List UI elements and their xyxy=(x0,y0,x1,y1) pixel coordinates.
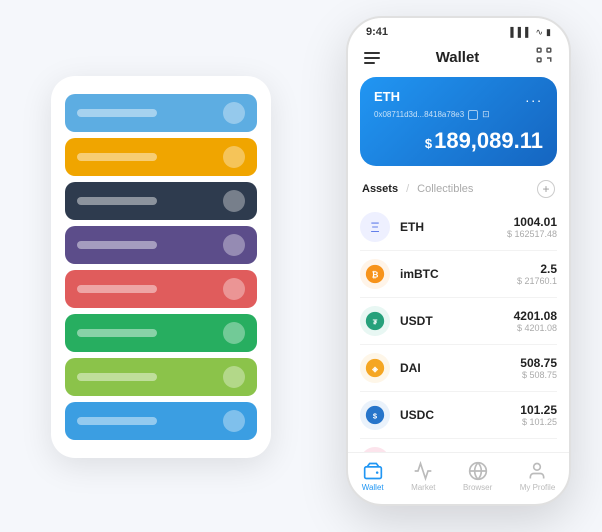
nav-wallet-label: Wallet xyxy=(362,483,384,492)
stack-card-4 xyxy=(65,226,257,264)
stack-card-7 xyxy=(65,358,257,396)
usdc-amount: 101.25 xyxy=(520,403,557,417)
eth-name: ETH xyxy=(400,220,507,234)
wifi-icon: ∿ xyxy=(536,27,544,38)
asset-item-imbtc[interactable]: ₿ imBTC 2.5 $ 21760.1 xyxy=(360,251,557,298)
usdc-icon: $ xyxy=(360,400,390,430)
nav-profile[interactable]: My Profile xyxy=(520,461,556,492)
asset-item-usdc[interactable]: $ USDC 101.25 $ 101.25 xyxy=(360,392,557,439)
eth-more-button[interactable]: ... xyxy=(525,89,543,105)
status-time: 9:41 xyxy=(366,26,388,38)
usdc-name: USDC xyxy=(400,408,520,422)
assets-tabs: Assets / Collectibles xyxy=(362,183,473,195)
card-label-4 xyxy=(77,241,157,249)
asset-item-tft[interactable]: 🌱 TFT 13 0 xyxy=(360,439,557,452)
bottom-nav: Wallet Market Browser My xyxy=(348,452,569,504)
card-icon-3 xyxy=(223,190,245,212)
eth-card-top: ETH ... xyxy=(374,89,543,105)
hamburger-button[interactable] xyxy=(364,52,380,64)
card-icon-7 xyxy=(223,366,245,388)
stack-card-3 xyxy=(65,182,257,220)
eth-balance-currency: $ xyxy=(425,136,432,151)
card-icon-6 xyxy=(223,322,245,344)
svg-text:₿: ₿ xyxy=(372,269,379,279)
card-label-8 xyxy=(77,417,157,425)
usdt-icon: ₮ xyxy=(360,306,390,336)
card-label-5 xyxy=(77,285,157,293)
nav-browser-label: Browser xyxy=(463,483,492,492)
hamburger-line-3 xyxy=(364,62,375,64)
imbtc-values: 2.5 $ 21760.1 xyxy=(517,262,557,286)
status-icons: ▌▌▌ ∿ ▮ xyxy=(510,27,551,38)
eth-card-title: ETH xyxy=(374,89,400,104)
eth-address-text: 0x08711d3d...8418a78e3 xyxy=(374,110,464,119)
card-icon-2 xyxy=(223,146,245,168)
assets-header: Assets / Collectibles + xyxy=(348,176,569,204)
asset-item-dai[interactable]: ◈ DAI 508.75 $ 508.75 xyxy=(360,345,557,392)
card-icon-4 xyxy=(223,234,245,256)
eth-usd: $ 162517.48 xyxy=(507,229,557,239)
imbtc-icon: ₿ xyxy=(360,259,390,289)
imbtc-amount: 2.5 xyxy=(517,262,557,276)
tab-divider: / xyxy=(406,183,409,195)
app-header: Wallet xyxy=(348,42,569,77)
stack-card-8 xyxy=(65,402,257,440)
imbtc-name: imBTC xyxy=(400,267,517,281)
eth-wallet-card: ETH ... 0x08711d3d...8418a78e3 ⊡ $189,08… xyxy=(360,77,557,166)
card-label-2 xyxy=(77,153,157,161)
stack-card-6 xyxy=(65,314,257,352)
usdt-values: 4201.08 $ 4201.08 xyxy=(514,309,557,333)
tab-collectibles[interactable]: Collectibles xyxy=(417,183,473,195)
nav-browser[interactable]: Browser xyxy=(463,461,492,492)
dai-values: 508.75 $ 508.75 xyxy=(520,356,557,380)
card-icon-8 xyxy=(223,410,245,432)
add-asset-button[interactable]: + xyxy=(537,180,555,198)
nav-profile-label: My Profile xyxy=(520,483,556,492)
usdc-usd: $ 101.25 xyxy=(520,417,557,427)
scan-button[interactable] xyxy=(535,46,553,69)
tab-assets[interactable]: Assets xyxy=(362,183,398,195)
asset-list: Ξ ETH 1004.01 $ 162517.48 ₿ imBTC 2.5 xyxy=(348,204,569,452)
card-stack xyxy=(51,76,271,458)
hamburger-line-2 xyxy=(364,57,380,59)
usdt-amount: 4201.08 xyxy=(514,309,557,323)
stack-card-1 xyxy=(65,94,257,132)
asset-item-usdt[interactable]: ₮ USDT 4201.08 $ 4201.08 xyxy=(360,298,557,345)
usdt-name: USDT xyxy=(400,314,514,328)
stack-card-2 xyxy=(65,138,257,176)
eth-balance: $189,089.11 xyxy=(374,128,543,154)
card-label-6 xyxy=(77,329,157,337)
usdt-usd: $ 4201.08 xyxy=(514,323,557,333)
dai-amount: 508.75 xyxy=(520,356,557,370)
eth-icon: Ξ xyxy=(360,212,390,242)
dai-usd: $ 508.75 xyxy=(520,370,557,380)
copy-address-icon[interactable] xyxy=(468,110,478,120)
page-title: Wallet xyxy=(436,49,480,66)
nav-market[interactable]: Market xyxy=(411,461,435,492)
hamburger-line-1 xyxy=(364,52,380,54)
dai-name: DAI xyxy=(400,361,520,375)
fingerprint-icon: ⊡ xyxy=(482,109,490,120)
imbtc-usd: $ 21760.1 xyxy=(517,276,557,286)
card-icon-5 xyxy=(223,278,245,300)
stack-card-5 xyxy=(65,270,257,308)
eth-balance-amount: 189,089.11 xyxy=(434,128,543,153)
battery-icon: ▮ xyxy=(546,27,551,38)
dai-icon: ◈ xyxy=(360,353,390,383)
card-label-7 xyxy=(77,373,157,381)
asset-item-eth[interactable]: Ξ ETH 1004.01 $ 162517.48 xyxy=(360,204,557,251)
eth-address: 0x08711d3d...8418a78e3 ⊡ xyxy=(374,109,543,120)
card-icon-1 xyxy=(223,102,245,124)
phone-mockup: 9:41 ▌▌▌ ∿ ▮ Wallet xyxy=(346,16,571,506)
status-bar: 9:41 ▌▌▌ ∿ ▮ xyxy=(348,18,569,42)
svg-text:₮: ₮ xyxy=(373,317,378,326)
eth-values: 1004.01 $ 162517.48 xyxy=(507,215,557,239)
card-label-1 xyxy=(77,109,157,117)
nav-wallet[interactable]: Wallet xyxy=(362,461,384,492)
usdc-values: 101.25 $ 101.25 xyxy=(520,403,557,427)
card-label-3 xyxy=(77,197,157,205)
signal-icon: ▌▌▌ xyxy=(510,27,532,37)
nav-market-label: Market xyxy=(411,483,435,492)
eth-amount: 1004.01 xyxy=(507,215,557,229)
